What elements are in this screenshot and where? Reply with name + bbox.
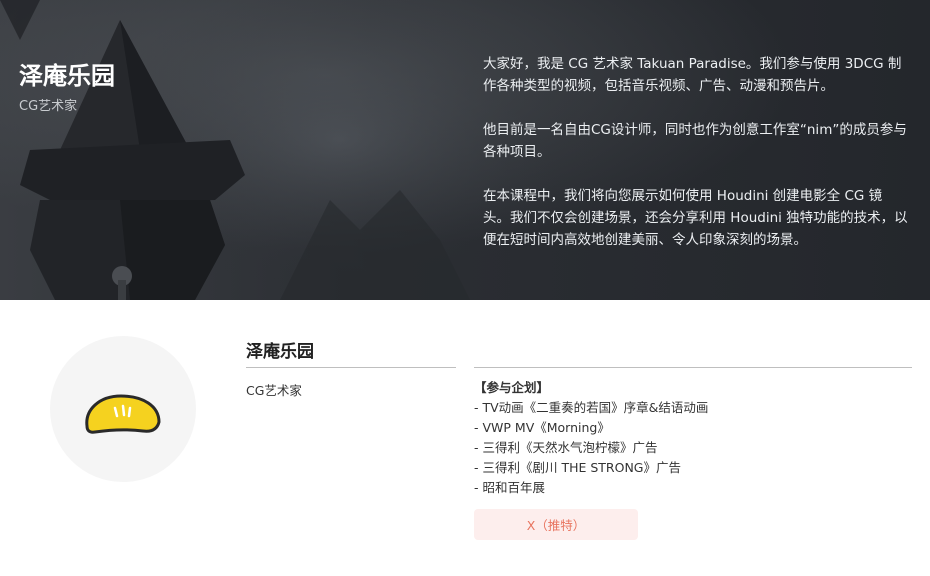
divider bbox=[474, 367, 912, 368]
hero-title: 泽庵乐园 bbox=[19, 62, 115, 90]
yellow-bun-icon bbox=[85, 394, 161, 434]
list-item: - 昭和百年展 bbox=[474, 480, 545, 495]
projects-heading: 【参与企划】 bbox=[474, 380, 550, 395]
intro-paragraph: 大家好，我是 CG 艺术家 Takuan Paradise。我们参与使用 3DC… bbox=[483, 56, 902, 94]
list-item: - 三得利《剧川 THE STRONG》广告 bbox=[474, 460, 681, 475]
x-twitter-button[interactable]: X（推特） bbox=[474, 509, 638, 540]
projects-section: 【参与企划】 - TV动画《二重奏的若国》序章&结语动画 - VWP MV《Mo… bbox=[474, 378, 894, 498]
divider bbox=[246, 367, 456, 368]
hero-subtitle: CG艺术家 bbox=[19, 99, 78, 114]
hero-banner: 泽庵乐园 CG艺术家 大家好，我是 CG 艺术家 Takuan Paradise… bbox=[0, 0, 930, 300]
avatar bbox=[50, 336, 196, 482]
course-paragraph: 在本课程中，我们将向您展示如何使用 Houdini 创建电影全 CG 镜头。我们… bbox=[483, 188, 908, 248]
projects-list: - TV动画《二重奏的若国》序章&结语动画 - VWP MV《Morning》 … bbox=[474, 398, 894, 498]
list-item: - 三得利《天然水气泡柠檬》广告 bbox=[474, 440, 658, 455]
background-paragraph: 他目前是一名自由CG设计师，同时也作为创意工作室“nim”的成员参与各种项目。 bbox=[483, 122, 907, 160]
hero-description: 大家好，我是 CG 艺术家 Takuan Paradise。我们参与使用 3DC… bbox=[483, 53, 908, 273]
artist-name: 泽庵乐园 bbox=[246, 342, 314, 362]
list-item: - VWP MV《Morning》 bbox=[474, 420, 610, 435]
list-item: - TV动画《二重奏的若国》序章&结语动画 bbox=[474, 400, 709, 415]
artist-role: CG艺术家 bbox=[246, 383, 302, 398]
